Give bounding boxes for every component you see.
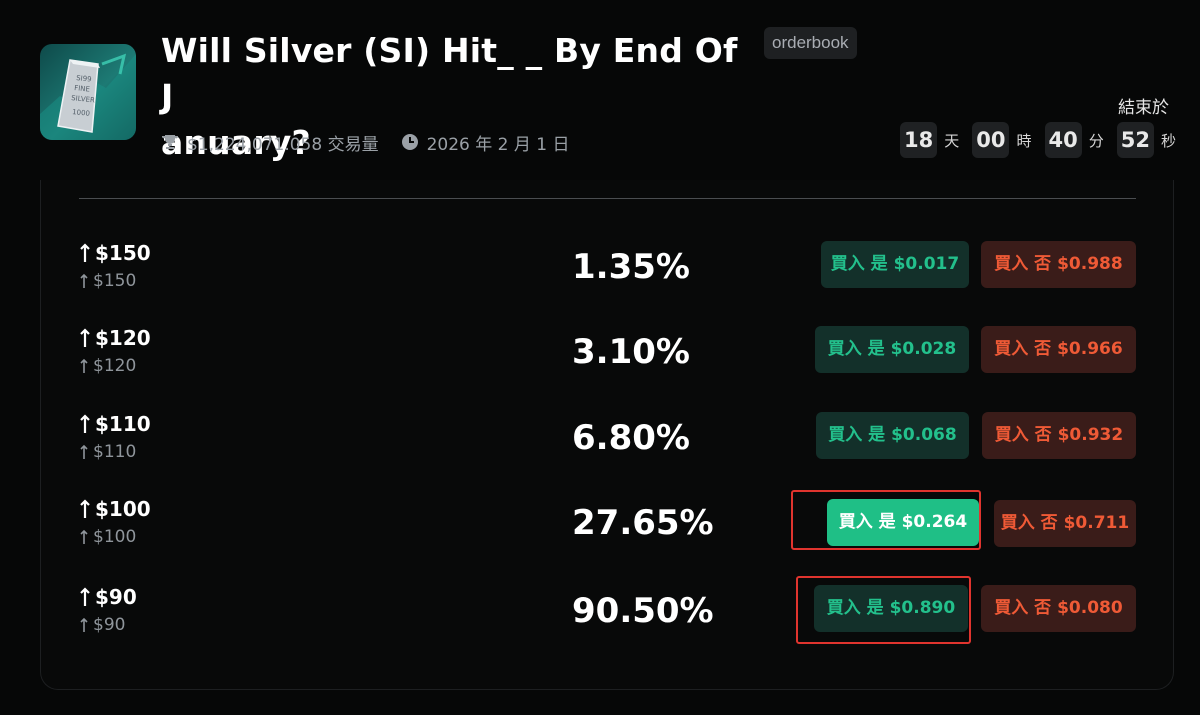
outcome-subtitle-label: $120 (93, 356, 137, 376)
countdown-minutes: 40 (1044, 122, 1082, 158)
buy-no-button[interactable]: 買入 否 $0.711 (994, 500, 1136, 547)
countdown-label: 結束於 (1118, 98, 1169, 118)
outcome-row: $110 $110 6.80% 買入 是 $0.068 買入 否 $0.932 (0, 412, 1200, 492)
arrow-up-icon (80, 587, 90, 606)
outcome-name: $150 (79, 241, 151, 265)
outcome-name-label: $90 (95, 585, 137, 609)
orderbook-badge: orderbook (764, 27, 857, 59)
buy-no-button[interactable]: 買入 否 $0.966 (981, 326, 1136, 373)
outcome-row: $100 $100 27.65% 買入 是 $0.264 買入 否 $0.711 (0, 490, 1200, 577)
thumbnail-text: SI99 (76, 74, 92, 84)
buy-no-button[interactable]: 買入 否 $0.988 (981, 241, 1136, 288)
buy-yes-button[interactable]: 買入 是 $0.017 (821, 241, 969, 288)
outcome-subtitle-label: $100 (93, 527, 137, 547)
outcome-subtitle: $120 (79, 356, 136, 376)
volume-text: $1,224,071.058 交易量 (187, 134, 379, 155)
outcome-probability: 3.10% (572, 332, 690, 372)
buy-no-button[interactable]: 買入 否 $0.932 (982, 412, 1136, 459)
outcome-subtitle: $100 (79, 527, 136, 547)
arrow-up-icon (80, 529, 88, 544)
buy-yes-button[interactable]: 買入 是 $0.890 (814, 585, 968, 632)
outcome-row: $90 $90 90.50% 買入 是 $0.890 買入 否 $0.080 (0, 576, 1200, 665)
outcome-probability: 6.80% (572, 418, 690, 458)
outcome-probability: 27.65% (572, 503, 714, 543)
arrow-up-icon (80, 414, 90, 433)
outcome-name-label: $150 (95, 241, 151, 265)
trophy-icon (161, 133, 179, 151)
panel-divider (79, 198, 1136, 199)
outcome-probability: 90.50% (572, 591, 714, 631)
outcome-subtitle-label: $150 (93, 271, 137, 291)
outcome-probability: 1.35% (572, 247, 690, 287)
outcome-name-label: $100 (95, 497, 151, 521)
outcome-name: $90 (79, 585, 137, 609)
market-meta: $1,224,071.058 交易量 2026 年 2 月 1 日 (161, 128, 570, 156)
outcome-row: $120 $120 3.10% 買入 是 $0.028 買入 否 $0.966 (0, 326, 1200, 406)
countdown: 18 天 00 時 40 分 52 秒 (900, 122, 1176, 158)
countdown-hours-unit: 時 (1016, 131, 1032, 150)
countdown-seconds-unit: 秒 (1160, 131, 1176, 150)
outcome-row: $150 $150 1.35% 買入 是 $0.017 買入 否 $0.988 (0, 241, 1200, 321)
market-thumbnail: SI99 FINE SILVER 1000 (40, 44, 136, 140)
arrow-up-icon (80, 499, 90, 518)
end-date-text: 2026 年 2 月 1 日 (426, 134, 570, 155)
buy-yes-button[interactable]: 買入 是 $0.068 (816, 412, 969, 459)
countdown-minutes-unit: 分 (1088, 131, 1104, 150)
outcome-name: $110 (79, 412, 151, 436)
outcome-name-label: $110 (95, 412, 151, 436)
outcome-subtitle: $110 (79, 442, 136, 462)
countdown-seconds: 52 (1116, 122, 1154, 158)
arrow-up-icon (80, 328, 90, 347)
arrow-up-icon (80, 273, 88, 288)
arrow-up-icon (80, 358, 88, 373)
outcome-subtitle: $150 (79, 271, 136, 291)
outcome-name: $120 (79, 326, 151, 350)
outcome-name: $100 (79, 497, 151, 521)
countdown-hours: 00 (972, 122, 1010, 158)
buy-yes-button[interactable]: 買入 是 $0.028 (815, 326, 969, 373)
outcome-subtitle-label: $110 (93, 442, 137, 462)
arrow-up-icon (80, 243, 90, 262)
arrow-up-icon (80, 617, 88, 632)
countdown-days: 18 (900, 122, 938, 158)
countdown-days-unit: 天 (944, 131, 960, 150)
buy-no-button[interactable]: 買入 否 $0.080 (981, 585, 1136, 632)
clock-icon (401, 133, 419, 151)
thumbnail-text: FINE (74, 84, 90, 94)
outcome-subtitle: $90 (79, 615, 125, 635)
buy-yes-button[interactable]: 買入 是 $0.264 (827, 499, 979, 546)
arrow-up-icon (80, 444, 88, 459)
silver-bar-image: SI99 FINE SILVER 1000 (40, 53, 136, 140)
outcome-name-label: $120 (95, 326, 151, 350)
outcome-subtitle-label: $90 (93, 615, 126, 635)
